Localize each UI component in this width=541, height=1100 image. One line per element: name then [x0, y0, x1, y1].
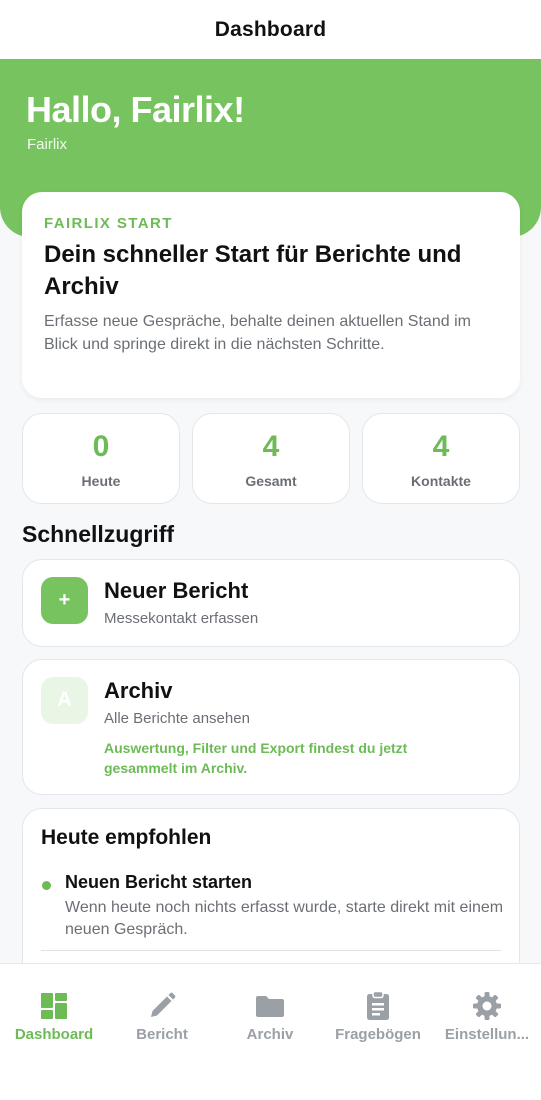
- archive-title: Archiv: [104, 678, 173, 703]
- stat-label: Heute: [81, 473, 121, 489]
- archive-subtitle: Alle Berichte ansehen: [104, 710, 250, 727]
- stat-label: Gesamt: [245, 473, 297, 489]
- stat-card-contacts: 4 Kontakte: [362, 413, 520, 504]
- start-card-eyebrow: FAIRLIX START: [44, 215, 173, 232]
- dashboard-scroll-area[interactable]: Hallo, Fairlix! Fairlix FAIRLIX START De…: [0, 59, 541, 964]
- folder-icon: [256, 996, 284, 1017]
- stat-value: 4: [432, 430, 450, 463]
- start-card: FAIRLIX START Dein schneller Start für B…: [22, 192, 520, 398]
- new-report-button[interactable]: + Neuer Bericht Messekontakt erfassen: [22, 559, 520, 647]
- plus-icon: +: [41, 577, 88, 624]
- archive-letter-icon: A: [41, 677, 88, 724]
- archive-note: Auswertung, Filter und Export findest du…: [104, 740, 408, 776]
- navigation-bar: Dashboard: [0, 0, 541, 60]
- tab-settings[interactable]: Einstellun...: [433, 964, 541, 1054]
- recommendation-item-title[interactable]: Neuen Bericht starten: [65, 872, 252, 893]
- start-card-description: Erfasse neue Gespräche, behalte deinen a…: [44, 313, 471, 353]
- divider: [41, 950, 501, 951]
- tab-dashboard[interactable]: Dashboard: [0, 964, 108, 1054]
- bullet-dot-icon: [42, 881, 51, 890]
- tab-report[interactable]: Bericht: [108, 964, 216, 1054]
- start-card-title: Dein schneller Start für Berichte und Ar…: [44, 241, 462, 300]
- greeting-subtitle: Fairlix: [27, 136, 67, 153]
- dashboard-icon: [41, 993, 67, 1019]
- quick-access-title: Schnellzugriff: [22, 521, 175, 547]
- tab-questionnaires[interactable]: Fragebögen: [324, 964, 432, 1054]
- tab-label: Dashboard: [14, 1026, 94, 1043]
- new-report-subtitle: Messekontakt erfassen: [104, 610, 259, 627]
- tab-label: Einstellun...: [444, 1026, 530, 1043]
- stat-value: 0: [92, 430, 110, 463]
- page-title: Dashboard: [214, 18, 327, 41]
- clipboard-icon: [367, 990, 389, 1020]
- archive-button[interactable]: A Archiv Alle Berichte ansehen Auswertun…: [22, 659, 520, 795]
- tab-label: Bericht: [136, 1026, 188, 1043]
- stat-label: Kontakte: [411, 473, 471, 489]
- new-report-title: Neuer Bericht: [104, 578, 249, 603]
- recommendations-title: Heute empfohlen: [41, 826, 212, 849]
- tab-label: Fragebögen: [335, 1026, 421, 1043]
- tab-label: Archiv: [246, 1026, 294, 1043]
- tab-bar: Dashboard Bericht Archiv Fragebögen Eins…: [0, 963, 541, 1100]
- greeting-title: Hallo, Fairlix!: [26, 89, 245, 130]
- stat-card-total: 4 Gesamt: [192, 413, 350, 504]
- recommendations-card: Heute empfohlen Neuen Bericht starten We…: [22, 808, 520, 964]
- stat-value: 4: [262, 430, 280, 463]
- gear-icon: [473, 992, 501, 1020]
- tab-archive[interactable]: Archiv: [216, 964, 324, 1054]
- recommendation-item-description: Wenn heute noch nichts erfasst wurde, st…: [65, 899, 504, 938]
- pencil-icon: [151, 992, 176, 1017]
- stat-card-today: 0 Heute: [22, 413, 180, 504]
